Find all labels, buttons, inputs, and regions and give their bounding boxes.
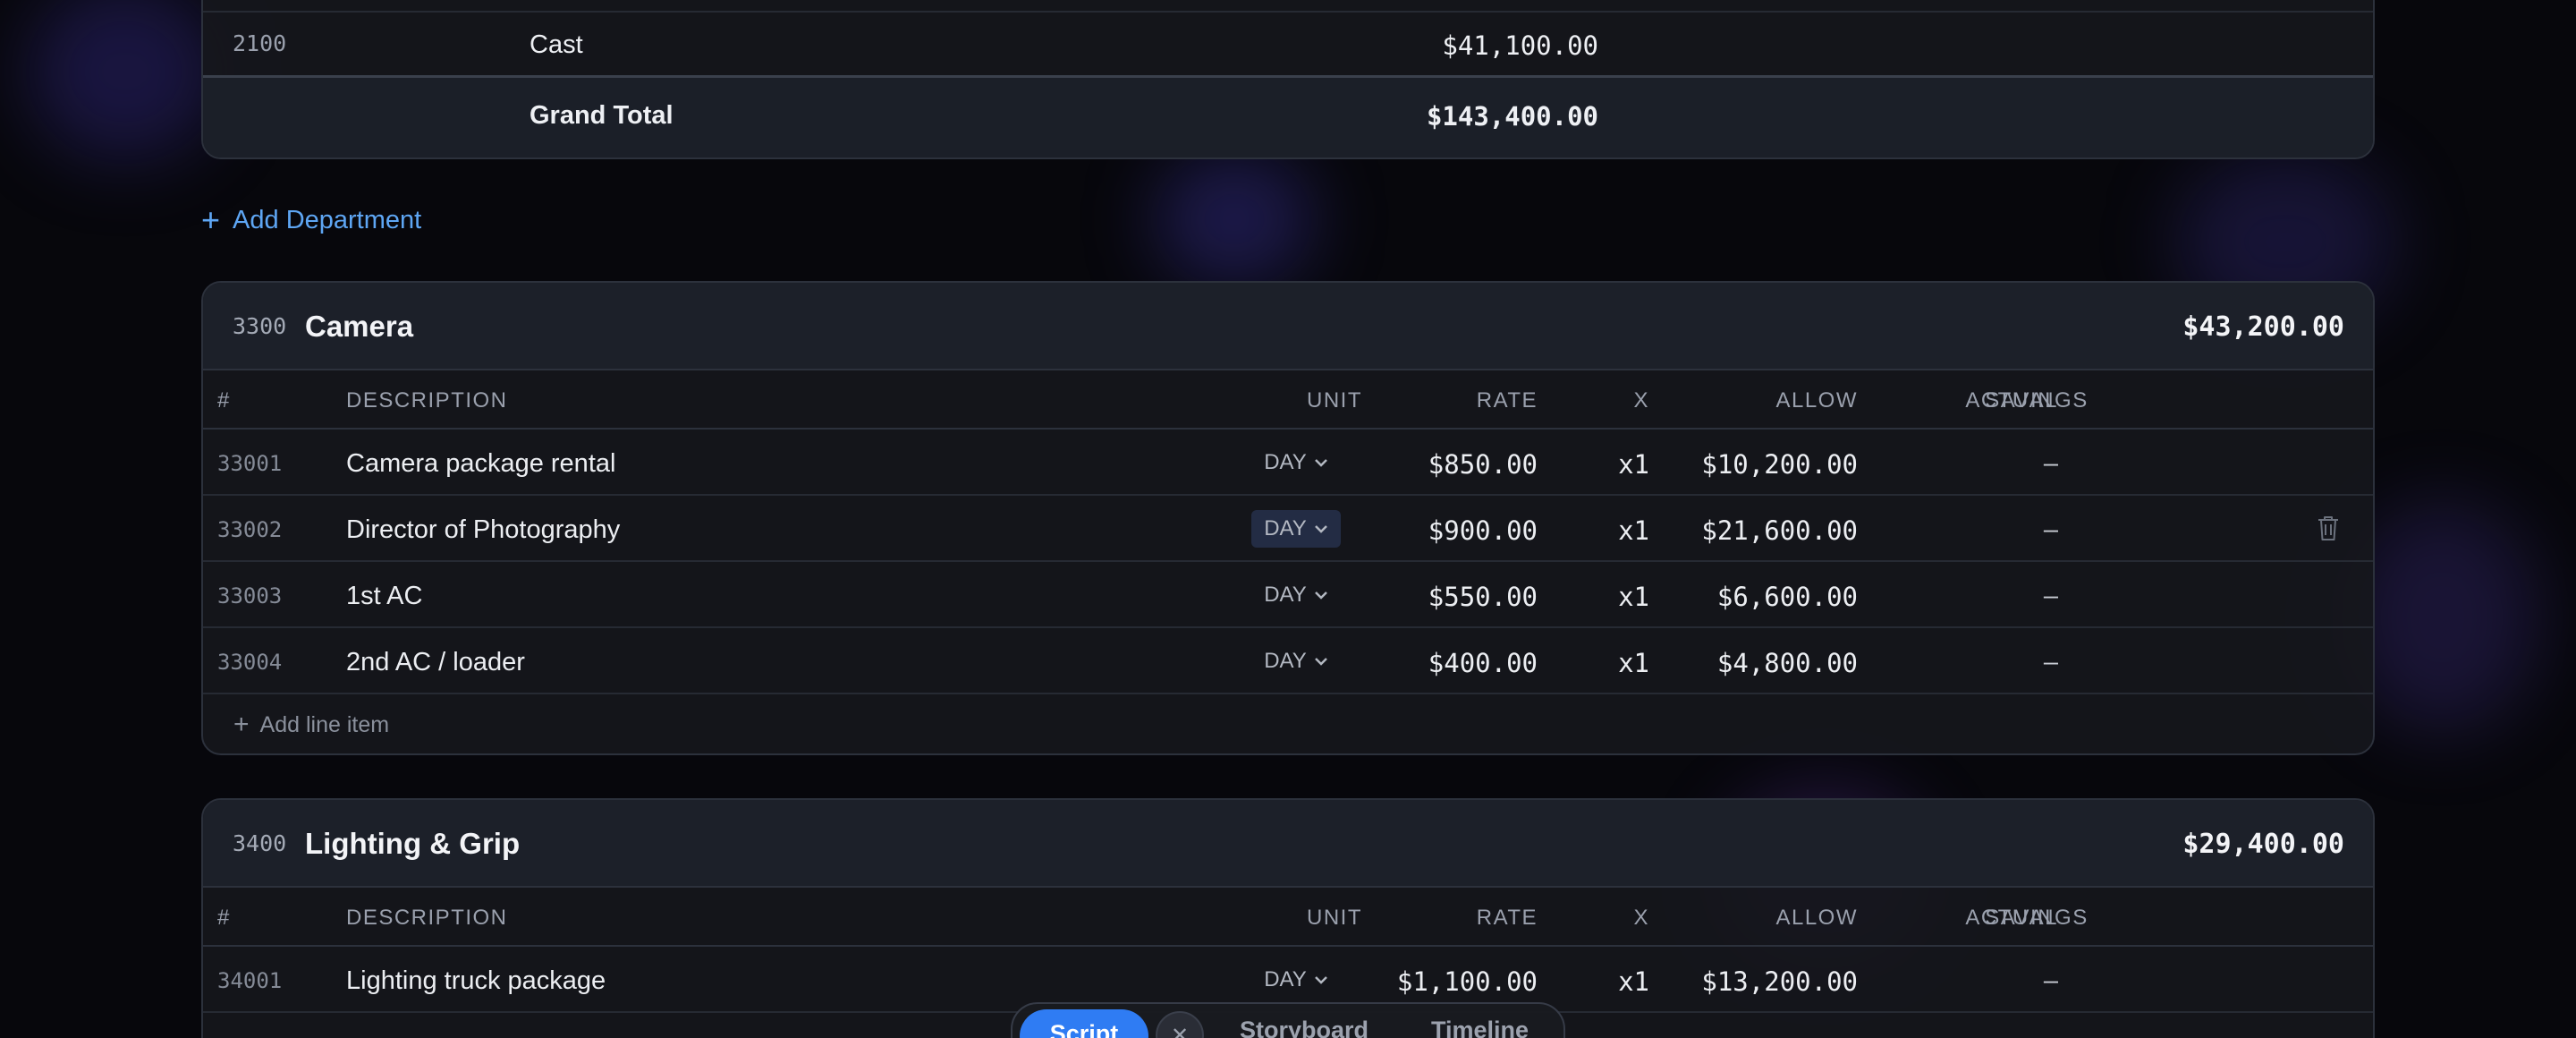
close-icon[interactable]: ✕ [1156, 1011, 1204, 1038]
col-allow: ALLOW [1775, 906, 1858, 930]
line-rate[interactable]: $550.00 [1428, 582, 1538, 612]
line-actual[interactable]: – [2044, 515, 2058, 545]
unit-dropdown[interactable]: DAY [1251, 510, 1341, 548]
plus-icon: + [233, 710, 250, 739]
col-description: DESCRIPTION [346, 388, 508, 413]
line-description[interactable]: 2nd AC / loader [346, 648, 525, 677]
department-code: 3300 [233, 313, 287, 339]
line-multiplier[interactable]: x1 [1618, 648, 1649, 678]
unit-value: DAY [1264, 450, 1307, 474]
line-number: 34001 [217, 968, 283, 993]
col-allow: ALLOW [1775, 388, 1858, 413]
budget-summary-card: 2100 Cast $41,100.00 Grand Total $143,40… [201, 0, 2375, 159]
line-description[interactable]: Director of Photography [346, 515, 620, 545]
add-department-label: Add Department [233, 205, 422, 234]
line-rate[interactable]: $900.00 [1428, 515, 1538, 546]
unit-dropdown[interactable]: DAY [1251, 444, 1341, 481]
unit-dropdown[interactable]: DAY [1251, 576, 1341, 614]
line-allow: $13,200.00 [1701, 966, 1858, 997]
col-x: X [1633, 388, 1649, 413]
department-name: Lighting & Grip [305, 827, 521, 860]
unit-value: DAY [1264, 583, 1307, 607]
department-card-camera: 3300 Camera $43,200.00 # DESCRIPTION UNI… [201, 281, 2375, 755]
line-description[interactable]: Camera package rental [346, 449, 615, 479]
grand-total-row: Grand Total $143,400.00 [203, 75, 2373, 157]
line-number: 33003 [217, 583, 283, 608]
col-num: # [217, 388, 231, 413]
unit-dropdown[interactable]: DAY [1251, 642, 1341, 680]
department-total: $29,400.00 [2182, 829, 2344, 860]
col-unit: UNIT [1307, 906, 1362, 930]
department-total: $43,200.00 [2182, 311, 2344, 343]
col-x: X [1633, 906, 1649, 930]
background-glow [27, 0, 224, 161]
line-description[interactable]: Lighting truck package [346, 966, 606, 996]
line-number: 33004 [217, 650, 283, 675]
line-actual[interactable]: – [2044, 966, 2058, 996]
department-header[interactable]: 3300 Camera $43,200.00 [203, 283, 2373, 370]
unit-value: DAY [1264, 967, 1307, 991]
line-allow: $10,200.00 [1701, 449, 1858, 480]
department-code: 3400 [233, 830, 287, 856]
col-savings: SAVINGS [1985, 388, 2089, 413]
add-line-item-button[interactable]: + Add line item [203, 694, 2373, 753]
chevron-down-icon [1314, 658, 1327, 666]
col-unit: UNIT [1307, 388, 1362, 413]
tab-storyboard[interactable]: Storyboard [1240, 1017, 1368, 1038]
line-multiplier[interactable]: x1 [1618, 966, 1649, 997]
col-savings: SAVINGS [1985, 906, 2089, 930]
line-item-row[interactable]: 33002 Director of Photography DAY $900.0… [203, 496, 2373, 562]
add-department-button[interactable]: + Add Department [201, 202, 421, 238]
add-line-item-label: Add line item [259, 711, 390, 737]
chevron-down-icon [1314, 976, 1327, 984]
line-multiplier[interactable]: x1 [1618, 582, 1649, 612]
department-name: Camera [305, 310, 414, 343]
col-rate: RATE [1476, 906, 1538, 930]
grand-total-amount: $143,400.00 [1426, 101, 1598, 132]
account-code: 2100 [233, 30, 287, 56]
line-rate[interactable]: $1,100.00 [1397, 966, 1538, 997]
view-switcher-toolbar: Script ✕ Storyboard Timeline [1011, 1002, 1565, 1038]
line-item-row[interactable]: 33004 2nd AC / loader DAY $400.00 x1 $4,… [203, 628, 2373, 694]
plus-icon: + [201, 201, 221, 238]
unit-value: DAY [1264, 649, 1307, 673]
col-num: # [217, 906, 231, 930]
column-header-row: # DESCRIPTION UNIT RATE X ALLOW ACTUAL S… [203, 888, 2373, 947]
chevron-down-icon [1314, 525, 1327, 533]
account-label: Cast [530, 30, 583, 59]
line-rate[interactable]: $850.00 [1428, 449, 1538, 480]
chevron-down-icon [1314, 591, 1327, 600]
unit-dropdown[interactable]: DAY [1251, 961, 1341, 999]
grand-total-label: Grand Total [530, 101, 674, 130]
trash-icon[interactable] [2316, 514, 2341, 542]
column-header-row: # DESCRIPTION UNIT RATE X ALLOW ACTUAL S… [203, 370, 2373, 430]
line-number: 33001 [217, 451, 283, 476]
line-item-row[interactable]: 33001 Camera package rental DAY $850.00 … [203, 430, 2373, 496]
summary-row-cast: 2100 Cast $41,100.00 [203, 11, 2373, 75]
unit-value: DAY [1264, 516, 1307, 540]
chevron-down-icon [1314, 459, 1327, 467]
line-allow: $4,800.00 [1716, 648, 1858, 678]
line-actual[interactable]: – [2044, 449, 2058, 479]
line-rate[interactable]: $400.00 [1428, 648, 1538, 678]
line-multiplier[interactable]: x1 [1618, 449, 1649, 480]
line-allow: $6,600.00 [1716, 582, 1858, 612]
line-number: 33002 [217, 517, 283, 542]
col-rate: RATE [1476, 388, 1538, 413]
tab-script[interactable]: Script [1020, 1009, 1148, 1038]
background-glow [1154, 152, 1315, 286]
line-item-row[interactable]: 33003 1st AC DAY $550.00 x1 $6,600.00 – [203, 562, 2373, 628]
line-description[interactable]: 1st AC [346, 582, 422, 611]
line-actual[interactable]: – [2044, 648, 2058, 677]
tab-timeline[interactable]: Timeline [1431, 1017, 1529, 1038]
line-allow: $21,600.00 [1701, 515, 1858, 546]
col-description: DESCRIPTION [346, 906, 508, 930]
line-actual[interactable]: – [2044, 582, 2058, 611]
account-amount: $41,100.00 [1442, 30, 1598, 61]
line-multiplier[interactable]: x1 [1618, 515, 1649, 546]
department-header[interactable]: 3400 Lighting & Grip $29,400.00 [203, 800, 2373, 888]
